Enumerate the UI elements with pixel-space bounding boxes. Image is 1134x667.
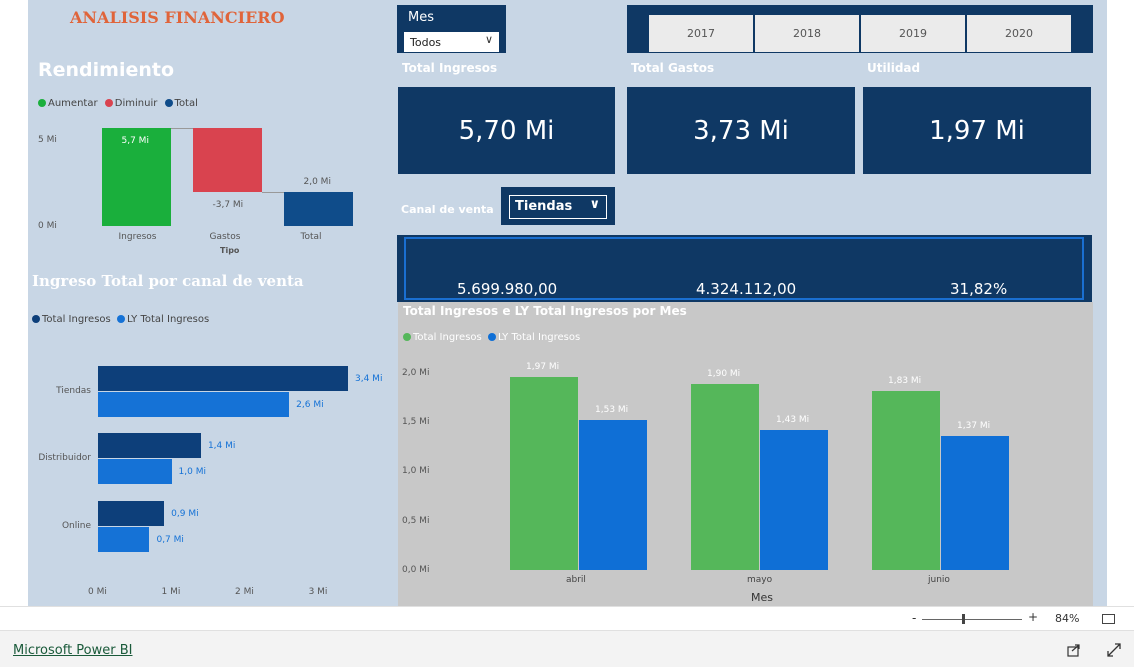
zoom-out-button[interactable]: - xyxy=(912,611,916,625)
mes-bar-label: 1,43 Mi xyxy=(776,414,810,425)
mes-bar-label: 1,90 Mi xyxy=(707,368,741,379)
mes-xtick-junio: junio xyxy=(928,575,950,585)
share-icon[interactable] xyxy=(1067,643,1081,657)
mes-bar xyxy=(691,383,759,570)
fit-to-page-icon[interactable] xyxy=(1102,614,1115,624)
mes-bar-label: 1,97 Mi xyxy=(526,361,560,372)
zoom-slider-thumb[interactable] xyxy=(962,614,965,624)
mes-xtick-mayo: mayo xyxy=(747,575,773,585)
status-bar: - + 84% xyxy=(0,606,1134,630)
zoom-in-button[interactable]: + xyxy=(1028,610,1038,624)
fullscreen-icon[interactable] xyxy=(1107,643,1121,657)
ingresos-mes-chart: 1,97 Mi 1,53 Mi abril 1,90 Mi 1,43 Mi mayo 1,8… xyxy=(28,0,1107,606)
zoom-slider-track[interactable] xyxy=(922,619,1022,620)
mes-bar-label: 1,53 Mi xyxy=(595,405,629,416)
mes-xtick-abril: abril xyxy=(566,575,586,585)
mes-bar xyxy=(872,390,940,570)
powerbi-link[interactable]: Microsoft Power BI xyxy=(13,643,132,658)
mes-bar xyxy=(760,429,828,570)
mes-bar-label: 1,37 Mi xyxy=(957,420,991,431)
mes-bar xyxy=(510,376,578,570)
footer-bar: Microsoft Power BI xyxy=(0,630,1134,667)
mes-bar xyxy=(579,420,647,570)
mes-bar xyxy=(941,435,1009,570)
report-canvas: ANALISIS FINANCIERO Rendimiento Aumentar… xyxy=(28,0,1107,606)
zoom-level: 84% xyxy=(1055,612,1080,625)
mes-bar-label: 1,83 Mi xyxy=(888,375,922,386)
